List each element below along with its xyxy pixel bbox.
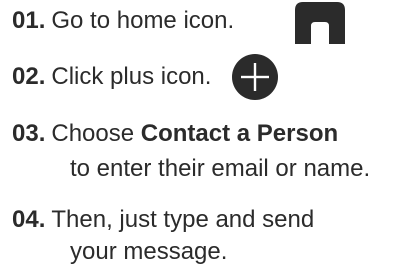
step-2: 02. Click plus icon. bbox=[12, 60, 211, 94]
step-4: 04. Then, just type and send bbox=[12, 203, 314, 237]
plus-icon bbox=[232, 54, 278, 100]
home-icon bbox=[295, 2, 345, 44]
step-number: 04. bbox=[12, 206, 46, 233]
step-text: Go to home icon. bbox=[51, 7, 235, 34]
step-3-line-2: to enter their email or name. bbox=[70, 155, 371, 182]
step-1: 01. Go to home icon. bbox=[12, 4, 234, 38]
step-number: 03. bbox=[12, 120, 46, 147]
step-3: 03. Choose Contact a Person bbox=[12, 117, 338, 151]
contact-a-person-label: Contact a Person bbox=[140, 120, 339, 147]
step-4-line-2: your message. bbox=[70, 238, 228, 265]
step-text: Choose bbox=[51, 120, 141, 147]
step-number: 02. bbox=[12, 63, 46, 90]
step-number: 01. bbox=[12, 7, 46, 34]
step-text: Then, just type and send bbox=[51, 206, 315, 233]
step-text: Click plus icon. bbox=[51, 63, 212, 90]
